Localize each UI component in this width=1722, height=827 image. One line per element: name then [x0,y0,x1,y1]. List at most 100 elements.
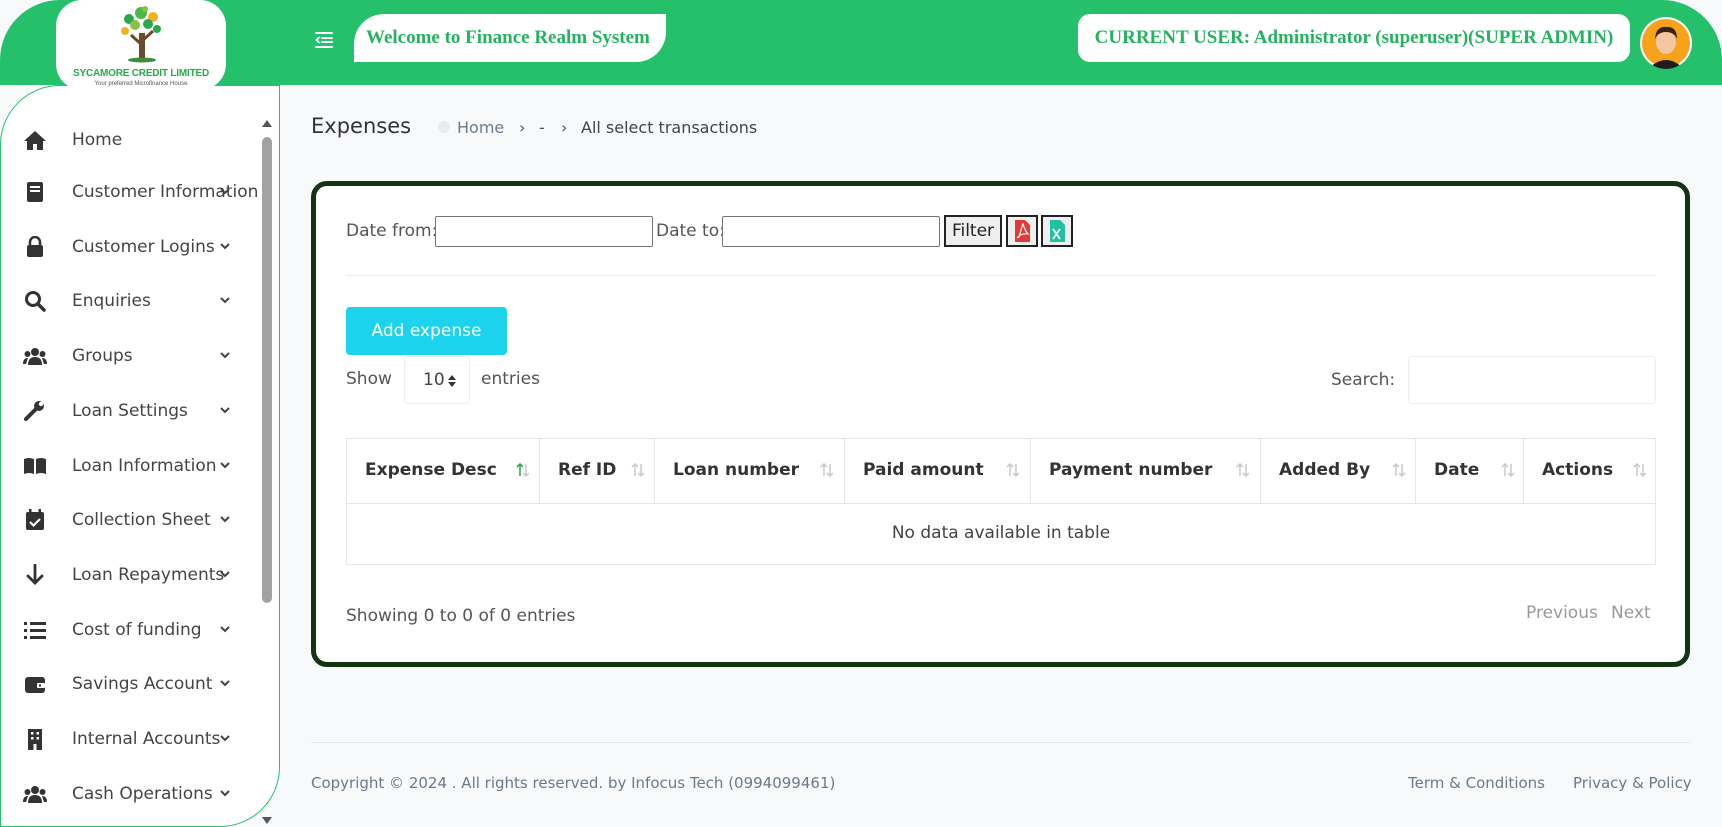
sidebar-item-label: Loan Repayments [72,565,225,585]
book-icon [27,182,43,202]
arrow-down-icon [26,564,44,585]
column-header-expense-desc[interactable]: Expense Desc [347,439,540,503]
current-user-badge: CURRENT USER: Administrator (superuser)(… [1078,14,1630,62]
breadcrumb-separator-icon: › [519,118,526,137]
sidebar-item-enquiries[interactable]: Enquiries [1,279,261,323]
column-header-payment-number[interactable]: Payment number [1031,439,1261,503]
filter-divider [346,275,1656,276]
sidebar-item-collection-sheet[interactable]: Collection Sheet [1,498,261,542]
list-icon [24,622,46,639]
scroll-down-icon[interactable] [260,815,274,827]
sidebar-item-cash-operations[interactable]: Cash Operations [1,772,261,816]
page-title: Expenses [311,114,412,138]
sidebar-item-customer-information[interactable]: Customer Information [1,170,261,214]
search-icon [25,291,46,312]
previous-page-button[interactable]: Previous [1526,603,1598,623]
add-expense-button[interactable]: Add expense [346,307,507,355]
sidebar-item-cost-of-funding[interactable]: Cost of funding [1,608,261,652]
date-from-input[interactable] [435,216,653,247]
select-arrows-icon [448,375,456,387]
sidebar-item-label: Groups [72,346,133,366]
footer-copyright: Copyright © 2024 . All rights reserved. … [311,774,836,792]
users-icon [23,786,47,803]
breadcrumb-home-dot-icon [438,121,450,133]
search-label: Search: [1331,370,1396,390]
sort-icon [1501,462,1515,478]
sidebar-item-customer-logins[interactable]: Customer Logins [1,225,261,269]
chevron-down-icon [220,297,230,304]
scroll-up-icon[interactable] [260,117,274,129]
company-name: SYCAMORE CREDIT LIMITED [73,68,209,79]
breadcrumb-home[interactable]: Home [457,118,504,137]
sidebar-item-groups[interactable]: Groups [1,334,261,378]
sidebar-item-label: Savings Account [72,674,213,694]
show-label: Show [346,369,392,389]
date-from-label: Date from: [346,221,438,241]
sidebar: Home Customer Information Customer Login… [0,85,280,827]
sidebar-item-loan-repayments[interactable]: Loan Repayments [1,553,261,597]
sort-asc-icon [516,462,530,478]
header-row-divider [347,503,1655,504]
chevron-down-icon [220,352,230,359]
calendar-check-icon [26,509,44,530]
sidebar-item-label: Cash Operations [72,784,213,804]
terms-link[interactable]: Term & Conditions [1408,774,1545,792]
company-tagline: Your preferred Microfinance House [94,81,188,87]
avatar-face-icon [1642,19,1690,69]
sidebar-scroll-thumb[interactable] [262,137,272,603]
column-header-added-by[interactable]: Added By [1261,439,1416,503]
chevron-down-icon [220,790,230,797]
page-length-select[interactable]: 10 [404,356,470,404]
open-book-icon [24,458,46,474]
next-page-button[interactable]: Next [1611,603,1651,623]
sidebar-item-label: Home [72,130,123,150]
footer-divider [311,742,1691,743]
sidebar-item-loan-settings[interactable]: Loan Settings [1,389,261,433]
breadcrumb-current: All select transactions [581,118,758,137]
search-input[interactable] [1408,356,1656,404]
wallet-icon [25,677,45,693]
privacy-link[interactable]: Privacy & Policy [1573,774,1692,792]
excel-icon [1050,220,1065,242]
date-to-input[interactable] [722,216,940,247]
column-header-ref-id[interactable]: Ref ID [540,439,655,503]
sidebar-item-label: Customer Logins [72,237,215,257]
breadcrumb-separator-icon: › [561,118,568,137]
building-icon [28,729,42,750]
menu-toggle-icon[interactable] [312,28,336,52]
chevron-down-icon [220,407,230,414]
sidebar-item-label: Loan Settings [72,401,188,421]
wrench-icon [24,401,44,421]
sort-icon [1236,462,1250,478]
home-icon [24,131,46,150]
user-avatar[interactable] [1640,17,1692,69]
company-logo[interactable]: SYCAMORE CREDIT LIMITED Your preferred M… [56,0,226,90]
export-excel-button[interactable] [1041,215,1073,247]
chevron-down-icon [220,735,230,742]
users-icon [23,348,47,365]
export-pdf-button[interactable] [1006,215,1038,247]
column-header-date[interactable]: Date [1416,439,1524,503]
column-header-paid-amount[interactable]: Paid amount [845,439,1031,503]
sort-icon [1633,462,1647,478]
filter-button[interactable]: Filter [944,215,1002,247]
sort-icon [1006,462,1020,478]
sidebar-item-label: Collection Sheet [72,510,211,530]
sidebar-item-home[interactable]: Home [1,118,261,162]
breadcrumb-item[interactable]: - [539,118,545,137]
sidebar-item-label: Internal Accounts [72,729,221,749]
sidebar-item-savings-account[interactable]: Savings Account [1,662,261,706]
sort-icon [631,462,645,478]
table-info: Showing 0 to 0 of 0 entries [346,606,576,626]
tree-logo-icon [121,6,161,63]
sort-icon [820,462,834,478]
chevron-down-icon [220,571,230,578]
sidebar-item-label: Enquiries [72,291,151,311]
column-header-actions[interactable]: Actions [1524,439,1655,503]
sidebar-item-loan-information[interactable]: Loan Information [1,444,261,488]
column-header-loan-number[interactable]: Loan number [655,439,845,503]
sidebar-item-label: Loan Information [72,456,217,476]
table-empty-message: No data available in table [891,523,1111,543]
sidebar-item-internal-accounts[interactable]: Internal Accounts [1,717,261,761]
chevron-down-icon [220,680,230,687]
